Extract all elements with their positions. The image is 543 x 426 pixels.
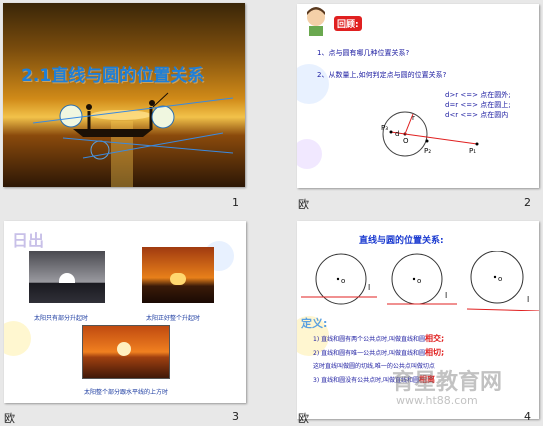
sunset-fishing-image: [32, 92, 234, 187]
slide-2-corner-text: 欧: [298, 198, 309, 211]
slide-1-title: 2.1直线与圆的位置关系: [21, 66, 205, 86]
def-text: 直线和圆有两个公共点时,叫做直线和圆: [321, 336, 426, 343]
sun-icon: [170, 273, 186, 285]
slide-3-number: 3: [232, 410, 239, 423]
caption-partial: 太阳只有部分升起时: [34, 315, 89, 322]
sun-icon: [117, 342, 131, 356]
caption-tangent: 太阳正好整个升起时: [146, 315, 201, 322]
slide-2-thumbnail[interactable]: 回顾: 1、点与圆有哪几种位置关系? 2、从数量上,如何判定点与圆的位置关系? …: [297, 4, 539, 188]
slide-2-number: 2: [524, 196, 531, 209]
def-term: 相切;: [425, 348, 445, 357]
slide-4-number: 4: [524, 410, 531, 423]
question-2: 2、从数量上,如何判定点与圆的位置关系?: [317, 71, 447, 79]
label-p1: P₁: [469, 147, 477, 155]
label-o: O: [403, 137, 409, 145]
def-prefix: 3): [313, 377, 320, 384]
sunrise-photo-partial: [29, 251, 105, 303]
label-p2: P₂: [424, 147, 432, 155]
definition-intersect: 1) 直线和圆有两个公共点时,叫做直线和圆相交;: [313, 332, 444, 346]
def-prefix: 2): [313, 350, 320, 357]
watermark-url: www.ht88.com: [396, 394, 478, 407]
circle-1-center-label: o: [341, 277, 346, 285]
label-d: d: [395, 130, 400, 138]
review-heading: 回顾:: [334, 16, 362, 31]
slide-1-number: 1: [232, 196, 239, 209]
slide-4-corner-text: 欧: [298, 412, 309, 425]
question-1: 1、点与圆有哪几种位置关系?: [317, 49, 410, 57]
decor-bubble: [4, 321, 31, 356]
def-text: 直线和圆有唯一公共点时,叫做直线和圆: [321, 350, 426, 357]
circle-2-center-label: o: [417, 277, 422, 285]
sunrise-photo-tangent: [142, 247, 214, 303]
sun-icon: [59, 273, 75, 283]
definition-title: 定义:: [301, 317, 328, 330]
rule-outside: d>r <=> 点在圆外;: [445, 91, 511, 99]
caption-separate: 太阳整个部分跟水平线的上方时: [84, 389, 169, 396]
circle-3-center-label: o: [498, 275, 503, 283]
definition-tangent: 2) 直线和圆有唯一公共点时,叫做直线和圆相切;: [313, 346, 444, 360]
circle-1-line-label: l: [368, 283, 371, 292]
slide-1-thumbnail[interactable]: 2.1直线与圆的位置关系: [3, 3, 245, 187]
label-r: r: [412, 114, 415, 122]
label-p3: P₃: [381, 124, 389, 132]
def-prefix: 1): [313, 336, 320, 343]
sunrise-photo-separate: [82, 325, 170, 379]
slide-3-corner-text: 欧: [4, 412, 15, 425]
watermark-text: 育星教育网: [392, 370, 503, 395]
circle-3-line-label: l: [527, 295, 530, 304]
slide-3-thumbnail[interactable]: 日出 太阳只有部分升起时 太阳正好整个升起时 太阳整个部分跟水平线的上方时: [4, 221, 246, 403]
child-avatar-icon: [307, 7, 325, 36]
slide-4-heading: 直线与圆的位置关系:: [359, 236, 444, 246]
sunrise-heading: 日出: [12, 231, 45, 250]
def-term: 相交;: [425, 334, 445, 343]
circle-2-line-label: l: [445, 291, 448, 300]
decor-bubble: [297, 139, 322, 169]
